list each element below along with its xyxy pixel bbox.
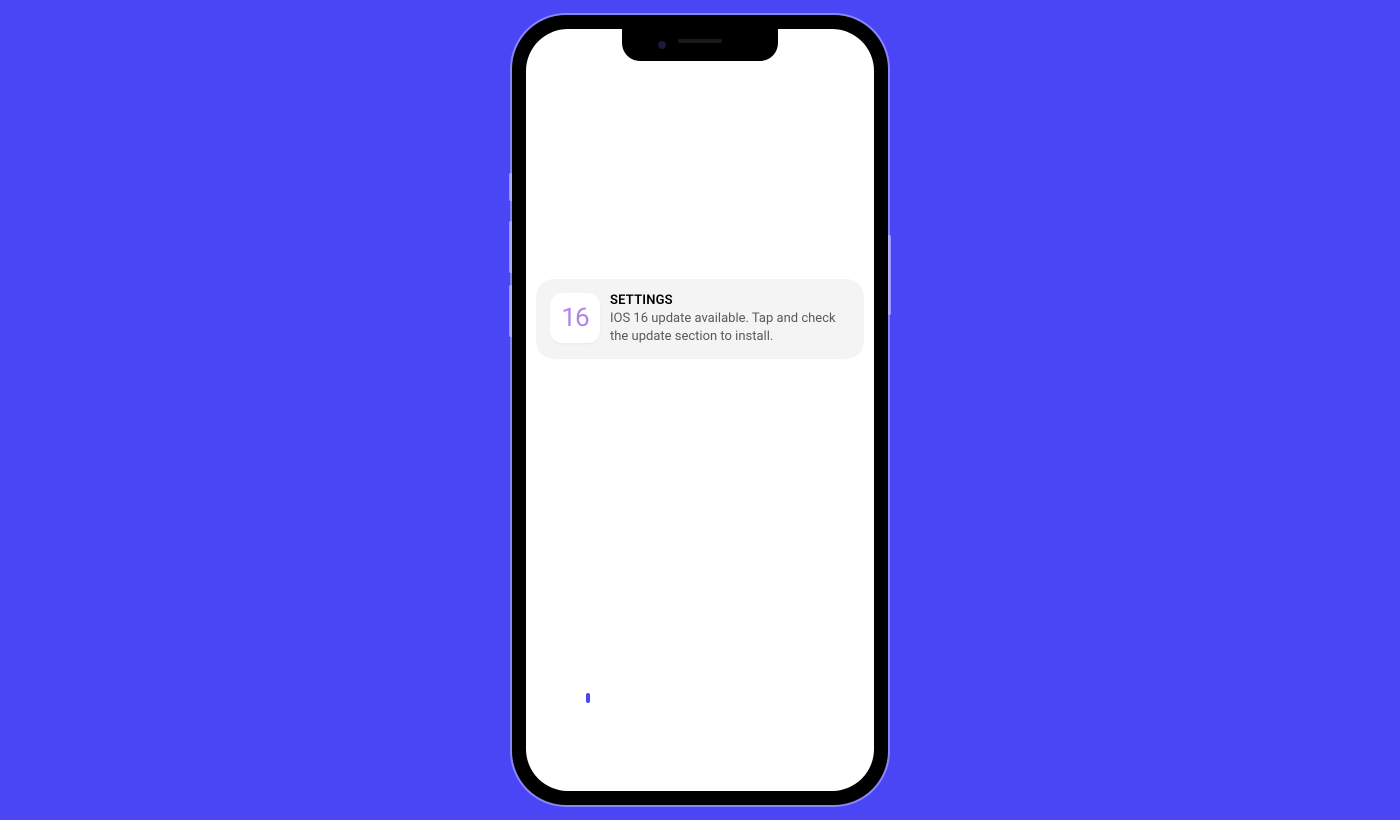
phone-notch (622, 29, 778, 61)
speaker-grille (678, 39, 722, 43)
volume-down-button (509, 285, 512, 337)
phone-device-frame: 16 SETTINGS IOS 16 update available. Tap… (512, 15, 888, 805)
cursor-indicator (586, 693, 590, 703)
volume-up-button (509, 221, 512, 273)
notification-title: SETTINGS (610, 293, 850, 308)
front-camera (658, 41, 666, 49)
notification-message: IOS 16 update available. Tap and check t… (610, 310, 850, 345)
ios-version-icon: 16 (561, 303, 588, 333)
phone-screen: 16 SETTINGS IOS 16 update available. Tap… (526, 29, 874, 791)
notification-app-icon: 16 (550, 293, 600, 343)
silence-switch (509, 173, 512, 201)
notification-content: SETTINGS IOS 16 update available. Tap an… (610, 293, 850, 345)
power-button (888, 235, 891, 315)
notification-banner[interactable]: 16 SETTINGS IOS 16 update available. Tap… (536, 279, 864, 359)
